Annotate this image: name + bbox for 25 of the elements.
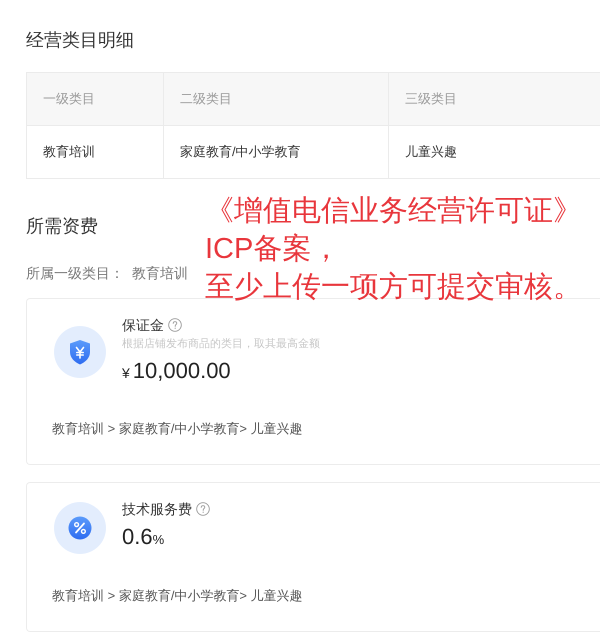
fee-title: 保证金 xyxy=(122,316,164,335)
column-header: 二级类目 xyxy=(164,72,388,126)
currency-symbol: ¥ xyxy=(122,364,130,383)
help-icon xyxy=(196,502,210,516)
section-title: 所需资费 xyxy=(26,215,99,238)
annotation-text: 至少上传一项方可提交审核。 xyxy=(205,270,582,305)
hint-text: 根据店铺发布商品的类目，取其最高金额 xyxy=(122,336,320,352)
section-title: 经营类目明细 xyxy=(26,29,135,52)
column-header: 一级类目 xyxy=(26,72,164,126)
shield-icon xyxy=(54,326,106,378)
percent-icon xyxy=(54,502,106,554)
help-icon xyxy=(168,318,182,332)
table-cell: 教育培训 xyxy=(26,126,164,178)
category-path: 教育培训 > 家庭教育/中小学教育> 儿童兴趣 xyxy=(52,587,304,605)
unit-symbol: % xyxy=(152,531,164,549)
column-header: 三级类目 xyxy=(388,72,600,126)
fee-amount: 0.6 xyxy=(122,523,153,551)
annotation-text: ICP备案， xyxy=(205,232,342,267)
table-cell: 家庭教育/中小学教育 xyxy=(164,126,388,178)
fee-amount: 10,000.00 xyxy=(132,357,231,385)
annotation-text: 《增值电信业务经营许可证》 xyxy=(205,194,582,229)
field-label: 所属一级类目： xyxy=(26,264,124,283)
fee-title: 技术服务费 xyxy=(122,500,192,519)
category-path: 教育培训 > 家庭教育/中小学教育> 儿童兴趣 xyxy=(52,420,304,438)
field-value: 教育培训 xyxy=(132,264,188,283)
